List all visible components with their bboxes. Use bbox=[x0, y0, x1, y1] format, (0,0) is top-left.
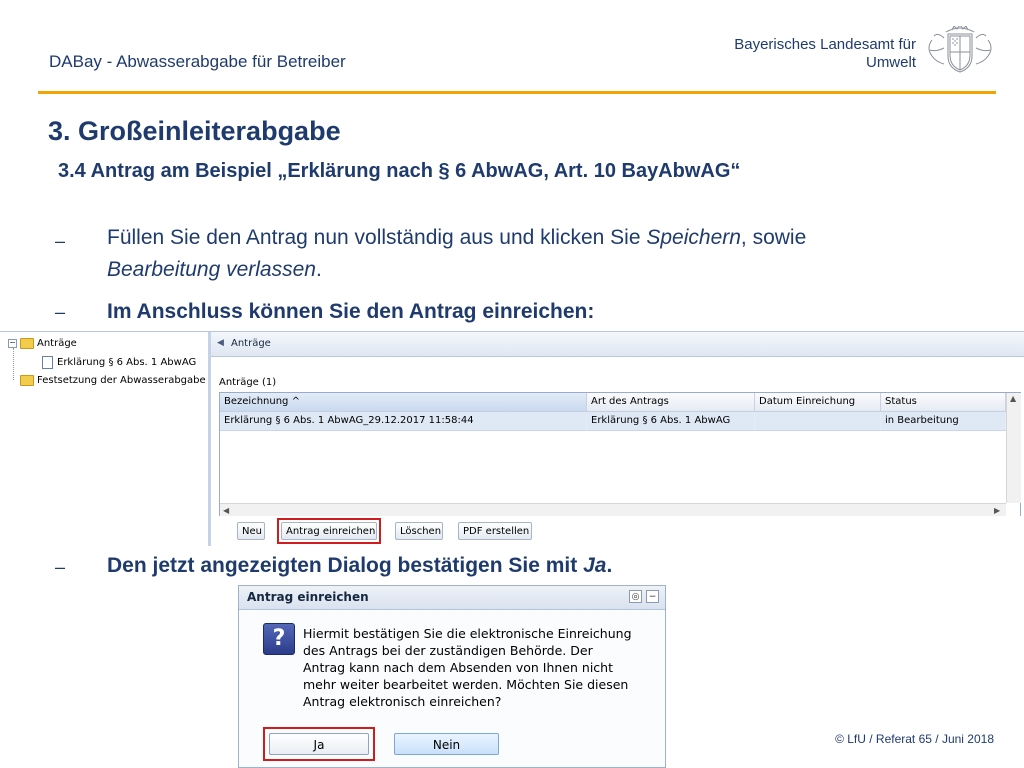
collapse-arrow-icon[interactable]: ◀ bbox=[217, 338, 224, 348]
dialog-title: Antrag einreichen bbox=[247, 590, 369, 604]
cell-status: in Bearbeitung bbox=[881, 412, 1006, 430]
column-header-bezeichnung[interactable]: Bezeichnung ^ bbox=[220, 393, 587, 411]
dialog-message: Hiermit bestätigen Sie die elektronische… bbox=[303, 625, 653, 710]
folder-icon bbox=[20, 375, 34, 386]
app-screenshot: − Anträge Erklärung § 6 Abs. 1 AbwAG Fes… bbox=[0, 331, 1024, 546]
loeschen-button[interactable]: Löschen bbox=[395, 522, 443, 540]
bullet-dash: – bbox=[55, 302, 66, 322]
organization-name-line2: Umwelt bbox=[865, 54, 916, 71]
tree-connector bbox=[13, 348, 15, 380]
tree-item-erklaerung[interactable]: Erklärung § 6 Abs. 1 AbwAG bbox=[42, 356, 196, 369]
organization-name: Bayerisches Landesamt für Umwelt bbox=[600, 36, 916, 72]
grid-toolbar: Neu Antrag einreichen Löschen PDF erstel… bbox=[211, 516, 1024, 546]
grid-caption: Anträge (1) bbox=[219, 377, 277, 388]
minimize-icon[interactable]: − bbox=[646, 590, 659, 603]
scroll-up-icon[interactable]: ▲ bbox=[1010, 394, 1016, 403]
bullet-text: . bbox=[606, 554, 613, 577]
tree-item-festsetzung[interactable]: Festsetzung der Abwasserabgabe bbox=[20, 375, 206, 386]
highlight-box bbox=[277, 518, 381, 544]
dialog-titlebar: Antrag einreichen ◎ − bbox=[239, 586, 665, 610]
dialog-message-line: Hiermit bestätigen Sie die elektronische… bbox=[303, 626, 632, 641]
nein-button[interactable]: Nein bbox=[394, 733, 499, 755]
bullet-text: . bbox=[315, 258, 322, 281]
neu-button[interactable]: Neu bbox=[237, 522, 265, 540]
column-header-datum[interactable]: Datum Einreichung bbox=[755, 393, 881, 411]
tree-item-label: Anträge bbox=[37, 338, 77, 349]
scroll-right-icon[interactable]: ▶ bbox=[994, 506, 1000, 515]
bullet-text: , sowie bbox=[740, 226, 807, 249]
speichern-term: Speichern bbox=[646, 226, 741, 249]
bullet-text: Füllen Sie den Antrag nun vollständig au… bbox=[107, 226, 647, 249]
slide-heading: 3. Großeinleiterabgabe bbox=[48, 116, 341, 146]
bullet-text: Den jetzt angezeigten Dialog bestätigen … bbox=[107, 554, 584, 577]
bearbeitung-verlassen-term: Bearbeitung verlassen bbox=[107, 258, 316, 281]
slide-header-title: DABay - Abwasserabgabe für Betreiber bbox=[49, 52, 346, 71]
slide-footer: © LfU / Referat 65 / Juni 2018 bbox=[835, 732, 994, 746]
panel-header: ◀ Anträge bbox=[211, 332, 1024, 357]
slide-subheading: 3.4 Antrag am Beispiel „Erklärung nach §… bbox=[58, 160, 741, 182]
highlight-box bbox=[263, 727, 375, 761]
help-icon[interactable]: ◎ bbox=[629, 590, 642, 603]
column-header-art[interactable]: Art des Antrags bbox=[587, 393, 755, 411]
grid-header: Bezeichnung ^ Art des Antrags Datum Einr… bbox=[220, 393, 1006, 412]
navigation-tree: − Anträge Erklärung § 6 Abs. 1 AbwAG Fes… bbox=[0, 332, 211, 546]
pdf-erstellen-button[interactable]: PDF erstellen bbox=[458, 522, 532, 540]
bullet-fill-form: Füllen Sie den Antrag nun vollständig au… bbox=[107, 222, 1007, 286]
sort-ascending-icon: ^ bbox=[291, 396, 300, 407]
scroll-left-icon[interactable]: ◀ bbox=[223, 506, 229, 515]
cell-datum bbox=[755, 412, 881, 430]
panel-title: Anträge bbox=[231, 338, 271, 349]
question-icon: ? bbox=[263, 623, 295, 655]
dialog-message-line: des Antrags bei der zuständigen Behörde.… bbox=[303, 643, 593, 658]
bullet-confirm-dialog: Den jetzt angezeigten Dialog bestätigen … bbox=[107, 550, 612, 582]
bullet-dash: – bbox=[55, 231, 66, 251]
confirm-dialog: Antrag einreichen ◎ − ? Hiermit bestätig… bbox=[238, 585, 666, 768]
antraege-grid: Bezeichnung ^ Art des Antrags Datum Einr… bbox=[219, 392, 1021, 518]
header-divider bbox=[38, 91, 996, 94]
tree-item-label: Festsetzung der Abwasserabgabe bbox=[37, 375, 206, 386]
tree-item-antraege[interactable]: − Anträge bbox=[8, 338, 77, 349]
organization-name-line1: Bayerisches Landesamt für bbox=[734, 36, 916, 53]
dialog-message-line: Antrag kann nach dem Absenden von Ihnen … bbox=[303, 660, 613, 675]
bavarian-crest-icon bbox=[928, 26, 992, 73]
bullet-dash: – bbox=[55, 557, 66, 577]
vertical-scrollbar[interactable]: ▲ bbox=[1006, 393, 1021, 503]
folder-icon bbox=[20, 338, 34, 349]
bullet-submit-info: Im Anschluss können Sie den Antrag einre… bbox=[107, 300, 595, 323]
collapse-icon[interactable]: − bbox=[8, 339, 17, 348]
cell-bezeichnung: Erklärung § 6 Abs. 1 AbwAG_29.12.2017 11… bbox=[220, 412, 587, 430]
table-row[interactable]: Erklärung § 6 Abs. 1 AbwAG_29.12.2017 11… bbox=[220, 412, 1006, 431]
cell-art: Erklärung § 6 Abs. 1 AbwAG bbox=[587, 412, 755, 430]
dialog-message-line: Antrag elektronisch einreichen? bbox=[303, 694, 502, 709]
dialog-message-line: mehr weiter bearbeitet werden. Möchten S… bbox=[303, 677, 629, 692]
column-label: Bezeichnung bbox=[224, 396, 289, 407]
column-header-status[interactable]: Status bbox=[881, 393, 1006, 411]
tree-item-label: Erklärung § 6 Abs. 1 AbwAG bbox=[57, 357, 197, 368]
antraege-panel: ◀ Anträge Anträge (1) Bezeichnung ^ Art … bbox=[211, 332, 1024, 546]
ja-term: Ja bbox=[583, 554, 607, 577]
document-icon bbox=[42, 356, 53, 369]
